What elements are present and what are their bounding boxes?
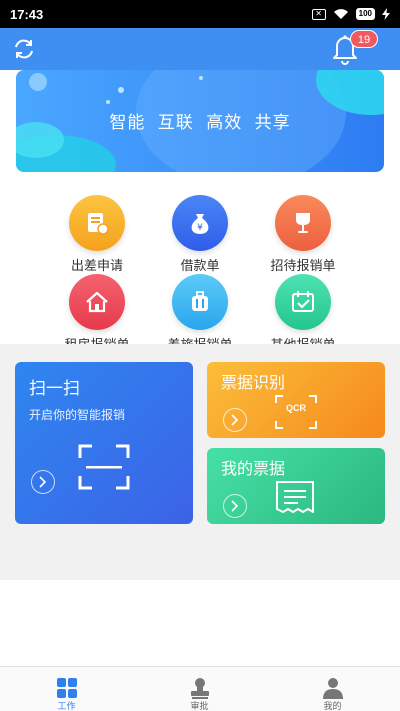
chevron-right-icon[interactable] (223, 408, 247, 432)
user-icon (323, 678, 343, 699)
calendar-check-icon (292, 291, 314, 312)
banner-tagline: 智能 互联 高效 共享 (109, 113, 291, 133)
battery-icon: 100 (355, 8, 375, 20)
quick-actions-section: 扫一扫 开启你的智能报销 票据识别 QCR 我的票据 (0, 344, 400, 580)
status-time: 17:43 (10, 6, 44, 22)
charging-icon (382, 8, 390, 20)
grid-item-loan[interactable]: ¥ 借款单 (145, 195, 255, 274)
refresh-icon[interactable] (12, 37, 36, 61)
status-bar: 17:43 ✕ 100 (0, 0, 400, 28)
grid-item-other[interactable]: 其他报销单 (248, 274, 358, 353)
grid-item-rent[interactable]: 租房报销单 (42, 274, 152, 353)
grid-icon (57, 678, 77, 698)
my-bills-title: 我的票据 (221, 459, 286, 478)
grid-label: 借款单 (180, 259, 220, 274)
nav-item-approval[interactable]: 审批 (133, 667, 266, 711)
money-bag-icon: ¥ (191, 214, 209, 234)
wifi-icon (333, 9, 348, 19)
nav-item-work[interactable]: 工作 (0, 667, 133, 711)
ocr-card[interactable]: 票据识别 QCR (207, 362, 385, 438)
grid-item-travel[interactable]: 差旅报销单 (145, 274, 255, 353)
sim-icon: ✕ (311, 8, 326, 20)
scan-card[interactable]: 扫一扫 开启你的智能报销 (15, 362, 193, 524)
my-bills-card[interactable]: 我的票据 (207, 448, 385, 524)
receipt-icon (276, 481, 314, 513)
ocr-title: 票据识别 (221, 373, 286, 392)
grid-label: 招待报销单 (270, 259, 336, 274)
wine-glass-icon (296, 213, 310, 233)
house-icon (86, 291, 108, 313)
stamp-icon (191, 678, 209, 699)
chevron-right-icon[interactable] (31, 470, 55, 494)
app-header (0, 28, 400, 70)
svg-text:¥: ¥ (197, 223, 203, 233)
scan-title: 扫一扫 (29, 379, 80, 399)
bottom-nav: 工作 审批 我的 (0, 666, 400, 711)
scan-subtitle: 开启你的智能报销 (29, 408, 126, 422)
chevron-right-icon[interactable] (223, 494, 247, 518)
scan-frame-icon (78, 444, 130, 490)
suitcase-icon (192, 291, 208, 311)
banner[interactable]: 智能 互联 高效 共享 (16, 70, 384, 172)
nav-label: 审批 (190, 702, 209, 711)
notification-badge: 19 (350, 30, 378, 48)
nav-label: 我的 (323, 702, 342, 711)
grid-item-business-trip[interactable]: 出差申请 (42, 195, 152, 274)
nav-label: 工作 (57, 702, 76, 711)
document-icon (88, 213, 109, 235)
grid-item-entertainment[interactable]: 招待报销单 (248, 195, 358, 274)
ocr-label: QCR (286, 403, 306, 413)
grid-label: 出差申请 (70, 259, 123, 274)
nav-item-mine[interactable]: 我的 (266, 667, 399, 711)
status-icons: ✕ 100 (311, 8, 390, 20)
